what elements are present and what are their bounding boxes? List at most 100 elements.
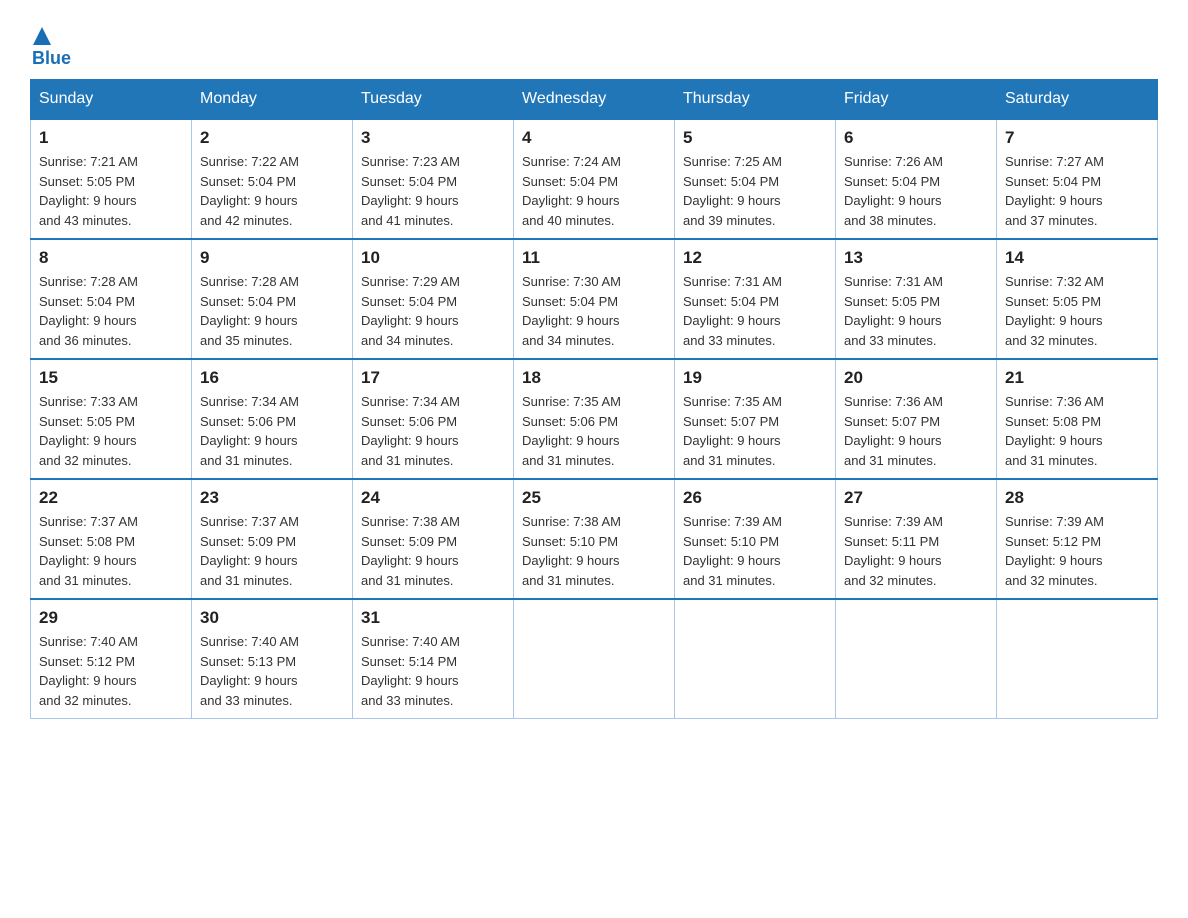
column-header-saturday: Saturday [997, 80, 1158, 120]
calendar-week-3: 15 Sunrise: 7:33 AM Sunset: 5:05 PM Dayl… [31, 359, 1158, 479]
day-info: Sunrise: 7:30 AM Sunset: 5:04 PM Dayligh… [522, 272, 666, 350]
day-info: Sunrise: 7:40 AM Sunset: 5:14 PM Dayligh… [361, 632, 505, 710]
day-info: Sunrise: 7:36 AM Sunset: 5:08 PM Dayligh… [1005, 392, 1149, 470]
day-info: Sunrise: 7:38 AM Sunset: 5:09 PM Dayligh… [361, 512, 505, 590]
day-number: 11 [522, 248, 666, 268]
calendar-cell: 21 Sunrise: 7:36 AM Sunset: 5:08 PM Dayl… [997, 359, 1158, 479]
day-number: 19 [683, 368, 827, 388]
day-info: Sunrise: 7:31 AM Sunset: 5:05 PM Dayligh… [844, 272, 988, 350]
day-info: Sunrise: 7:29 AM Sunset: 5:04 PM Dayligh… [361, 272, 505, 350]
day-info: Sunrise: 7:39 AM Sunset: 5:10 PM Dayligh… [683, 512, 827, 590]
day-number: 4 [522, 128, 666, 148]
calendar-cell [836, 599, 997, 719]
day-number: 14 [1005, 248, 1149, 268]
day-info: Sunrise: 7:35 AM Sunset: 5:06 PM Dayligh… [522, 392, 666, 470]
calendar-cell: 28 Sunrise: 7:39 AM Sunset: 5:12 PM Dayl… [997, 479, 1158, 599]
day-number: 3 [361, 128, 505, 148]
day-info: Sunrise: 7:34 AM Sunset: 5:06 PM Dayligh… [361, 392, 505, 470]
calendar-cell: 12 Sunrise: 7:31 AM Sunset: 5:04 PM Dayl… [675, 239, 836, 359]
calendar-week-2: 8 Sunrise: 7:28 AM Sunset: 5:04 PM Dayli… [31, 239, 1158, 359]
day-info: Sunrise: 7:35 AM Sunset: 5:07 PM Dayligh… [683, 392, 827, 470]
day-number: 12 [683, 248, 827, 268]
calendar-cell: 5 Sunrise: 7:25 AM Sunset: 5:04 PM Dayli… [675, 119, 836, 239]
day-number: 30 [200, 608, 344, 628]
day-number: 9 [200, 248, 344, 268]
day-info: Sunrise: 7:40 AM Sunset: 5:12 PM Dayligh… [39, 632, 183, 710]
day-number: 1 [39, 128, 183, 148]
day-info: Sunrise: 7:39 AM Sunset: 5:11 PM Dayligh… [844, 512, 988, 590]
day-number: 16 [200, 368, 344, 388]
calendar-cell: 4 Sunrise: 7:24 AM Sunset: 5:04 PM Dayli… [514, 119, 675, 239]
calendar-cell: 6 Sunrise: 7:26 AM Sunset: 5:04 PM Dayli… [836, 119, 997, 239]
day-info: Sunrise: 7:25 AM Sunset: 5:04 PM Dayligh… [683, 152, 827, 230]
day-number: 21 [1005, 368, 1149, 388]
logo: Blue [30, 20, 71, 69]
calendar-cell: 26 Sunrise: 7:39 AM Sunset: 5:10 PM Dayl… [675, 479, 836, 599]
column-header-monday: Monday [192, 80, 353, 120]
day-info: Sunrise: 7:28 AM Sunset: 5:04 PM Dayligh… [200, 272, 344, 350]
page-header: Blue [30, 20, 1158, 69]
calendar-cell [514, 599, 675, 719]
day-info: Sunrise: 7:21 AM Sunset: 5:05 PM Dayligh… [39, 152, 183, 230]
calendar-cell: 22 Sunrise: 7:37 AM Sunset: 5:08 PM Dayl… [31, 479, 192, 599]
day-info: Sunrise: 7:23 AM Sunset: 5:04 PM Dayligh… [361, 152, 505, 230]
calendar-cell: 20 Sunrise: 7:36 AM Sunset: 5:07 PM Dayl… [836, 359, 997, 479]
day-number: 17 [361, 368, 505, 388]
day-number: 26 [683, 488, 827, 508]
calendar-header-row: SundayMondayTuesdayWednesdayThursdayFrid… [31, 80, 1158, 120]
logo-icon [31, 25, 53, 47]
calendar-cell: 19 Sunrise: 7:35 AM Sunset: 5:07 PM Dayl… [675, 359, 836, 479]
calendar-cell: 23 Sunrise: 7:37 AM Sunset: 5:09 PM Dayl… [192, 479, 353, 599]
day-number: 10 [361, 248, 505, 268]
calendar-cell: 18 Sunrise: 7:35 AM Sunset: 5:06 PM Dayl… [514, 359, 675, 479]
calendar-cell: 15 Sunrise: 7:33 AM Sunset: 5:05 PM Dayl… [31, 359, 192, 479]
day-info: Sunrise: 7:24 AM Sunset: 5:04 PM Dayligh… [522, 152, 666, 230]
calendar-cell: 2 Sunrise: 7:22 AM Sunset: 5:04 PM Dayli… [192, 119, 353, 239]
column-header-thursday: Thursday [675, 80, 836, 120]
day-number: 23 [200, 488, 344, 508]
calendar-cell: 27 Sunrise: 7:39 AM Sunset: 5:11 PM Dayl… [836, 479, 997, 599]
day-number: 2 [200, 128, 344, 148]
calendar-cell [997, 599, 1158, 719]
calendar-cell: 17 Sunrise: 7:34 AM Sunset: 5:06 PM Dayl… [353, 359, 514, 479]
calendar-cell: 13 Sunrise: 7:31 AM Sunset: 5:05 PM Dayl… [836, 239, 997, 359]
day-info: Sunrise: 7:31 AM Sunset: 5:04 PM Dayligh… [683, 272, 827, 350]
calendar-cell: 9 Sunrise: 7:28 AM Sunset: 5:04 PM Dayli… [192, 239, 353, 359]
day-number: 22 [39, 488, 183, 508]
calendar-cell: 1 Sunrise: 7:21 AM Sunset: 5:05 PM Dayli… [31, 119, 192, 239]
day-number: 5 [683, 128, 827, 148]
day-info: Sunrise: 7:34 AM Sunset: 5:06 PM Dayligh… [200, 392, 344, 470]
day-number: 13 [844, 248, 988, 268]
day-info: Sunrise: 7:39 AM Sunset: 5:12 PM Dayligh… [1005, 512, 1149, 590]
calendar-cell: 24 Sunrise: 7:38 AM Sunset: 5:09 PM Dayl… [353, 479, 514, 599]
day-info: Sunrise: 7:36 AM Sunset: 5:07 PM Dayligh… [844, 392, 988, 470]
calendar-cell: 7 Sunrise: 7:27 AM Sunset: 5:04 PM Dayli… [997, 119, 1158, 239]
calendar-table: SundayMondayTuesdayWednesdayThursdayFrid… [30, 79, 1158, 719]
calendar-cell [675, 599, 836, 719]
day-number: 6 [844, 128, 988, 148]
calendar-week-1: 1 Sunrise: 7:21 AM Sunset: 5:05 PM Dayli… [31, 119, 1158, 239]
calendar-cell: 10 Sunrise: 7:29 AM Sunset: 5:04 PM Dayl… [353, 239, 514, 359]
calendar-cell: 16 Sunrise: 7:34 AM Sunset: 5:06 PM Dayl… [192, 359, 353, 479]
day-info: Sunrise: 7:38 AM Sunset: 5:10 PM Dayligh… [522, 512, 666, 590]
day-number: 15 [39, 368, 183, 388]
column-header-wednesday: Wednesday [514, 80, 675, 120]
day-info: Sunrise: 7:22 AM Sunset: 5:04 PM Dayligh… [200, 152, 344, 230]
calendar-week-5: 29 Sunrise: 7:40 AM Sunset: 5:12 PM Dayl… [31, 599, 1158, 719]
day-number: 24 [361, 488, 505, 508]
day-info: Sunrise: 7:28 AM Sunset: 5:04 PM Dayligh… [39, 272, 183, 350]
column-header-friday: Friday [836, 80, 997, 120]
day-info: Sunrise: 7:27 AM Sunset: 5:04 PM Dayligh… [1005, 152, 1149, 230]
calendar-cell: 25 Sunrise: 7:38 AM Sunset: 5:10 PM Dayl… [514, 479, 675, 599]
calendar-cell: 8 Sunrise: 7:28 AM Sunset: 5:04 PM Dayli… [31, 239, 192, 359]
day-info: Sunrise: 7:32 AM Sunset: 5:05 PM Dayligh… [1005, 272, 1149, 350]
day-number: 31 [361, 608, 505, 628]
day-number: 27 [844, 488, 988, 508]
day-number: 29 [39, 608, 183, 628]
day-info: Sunrise: 7:26 AM Sunset: 5:04 PM Dayligh… [844, 152, 988, 230]
calendar-cell: 14 Sunrise: 7:32 AM Sunset: 5:05 PM Dayl… [997, 239, 1158, 359]
calendar-week-4: 22 Sunrise: 7:37 AM Sunset: 5:08 PM Dayl… [31, 479, 1158, 599]
day-info: Sunrise: 7:37 AM Sunset: 5:08 PM Dayligh… [39, 512, 183, 590]
day-info: Sunrise: 7:37 AM Sunset: 5:09 PM Dayligh… [200, 512, 344, 590]
day-number: 20 [844, 368, 988, 388]
